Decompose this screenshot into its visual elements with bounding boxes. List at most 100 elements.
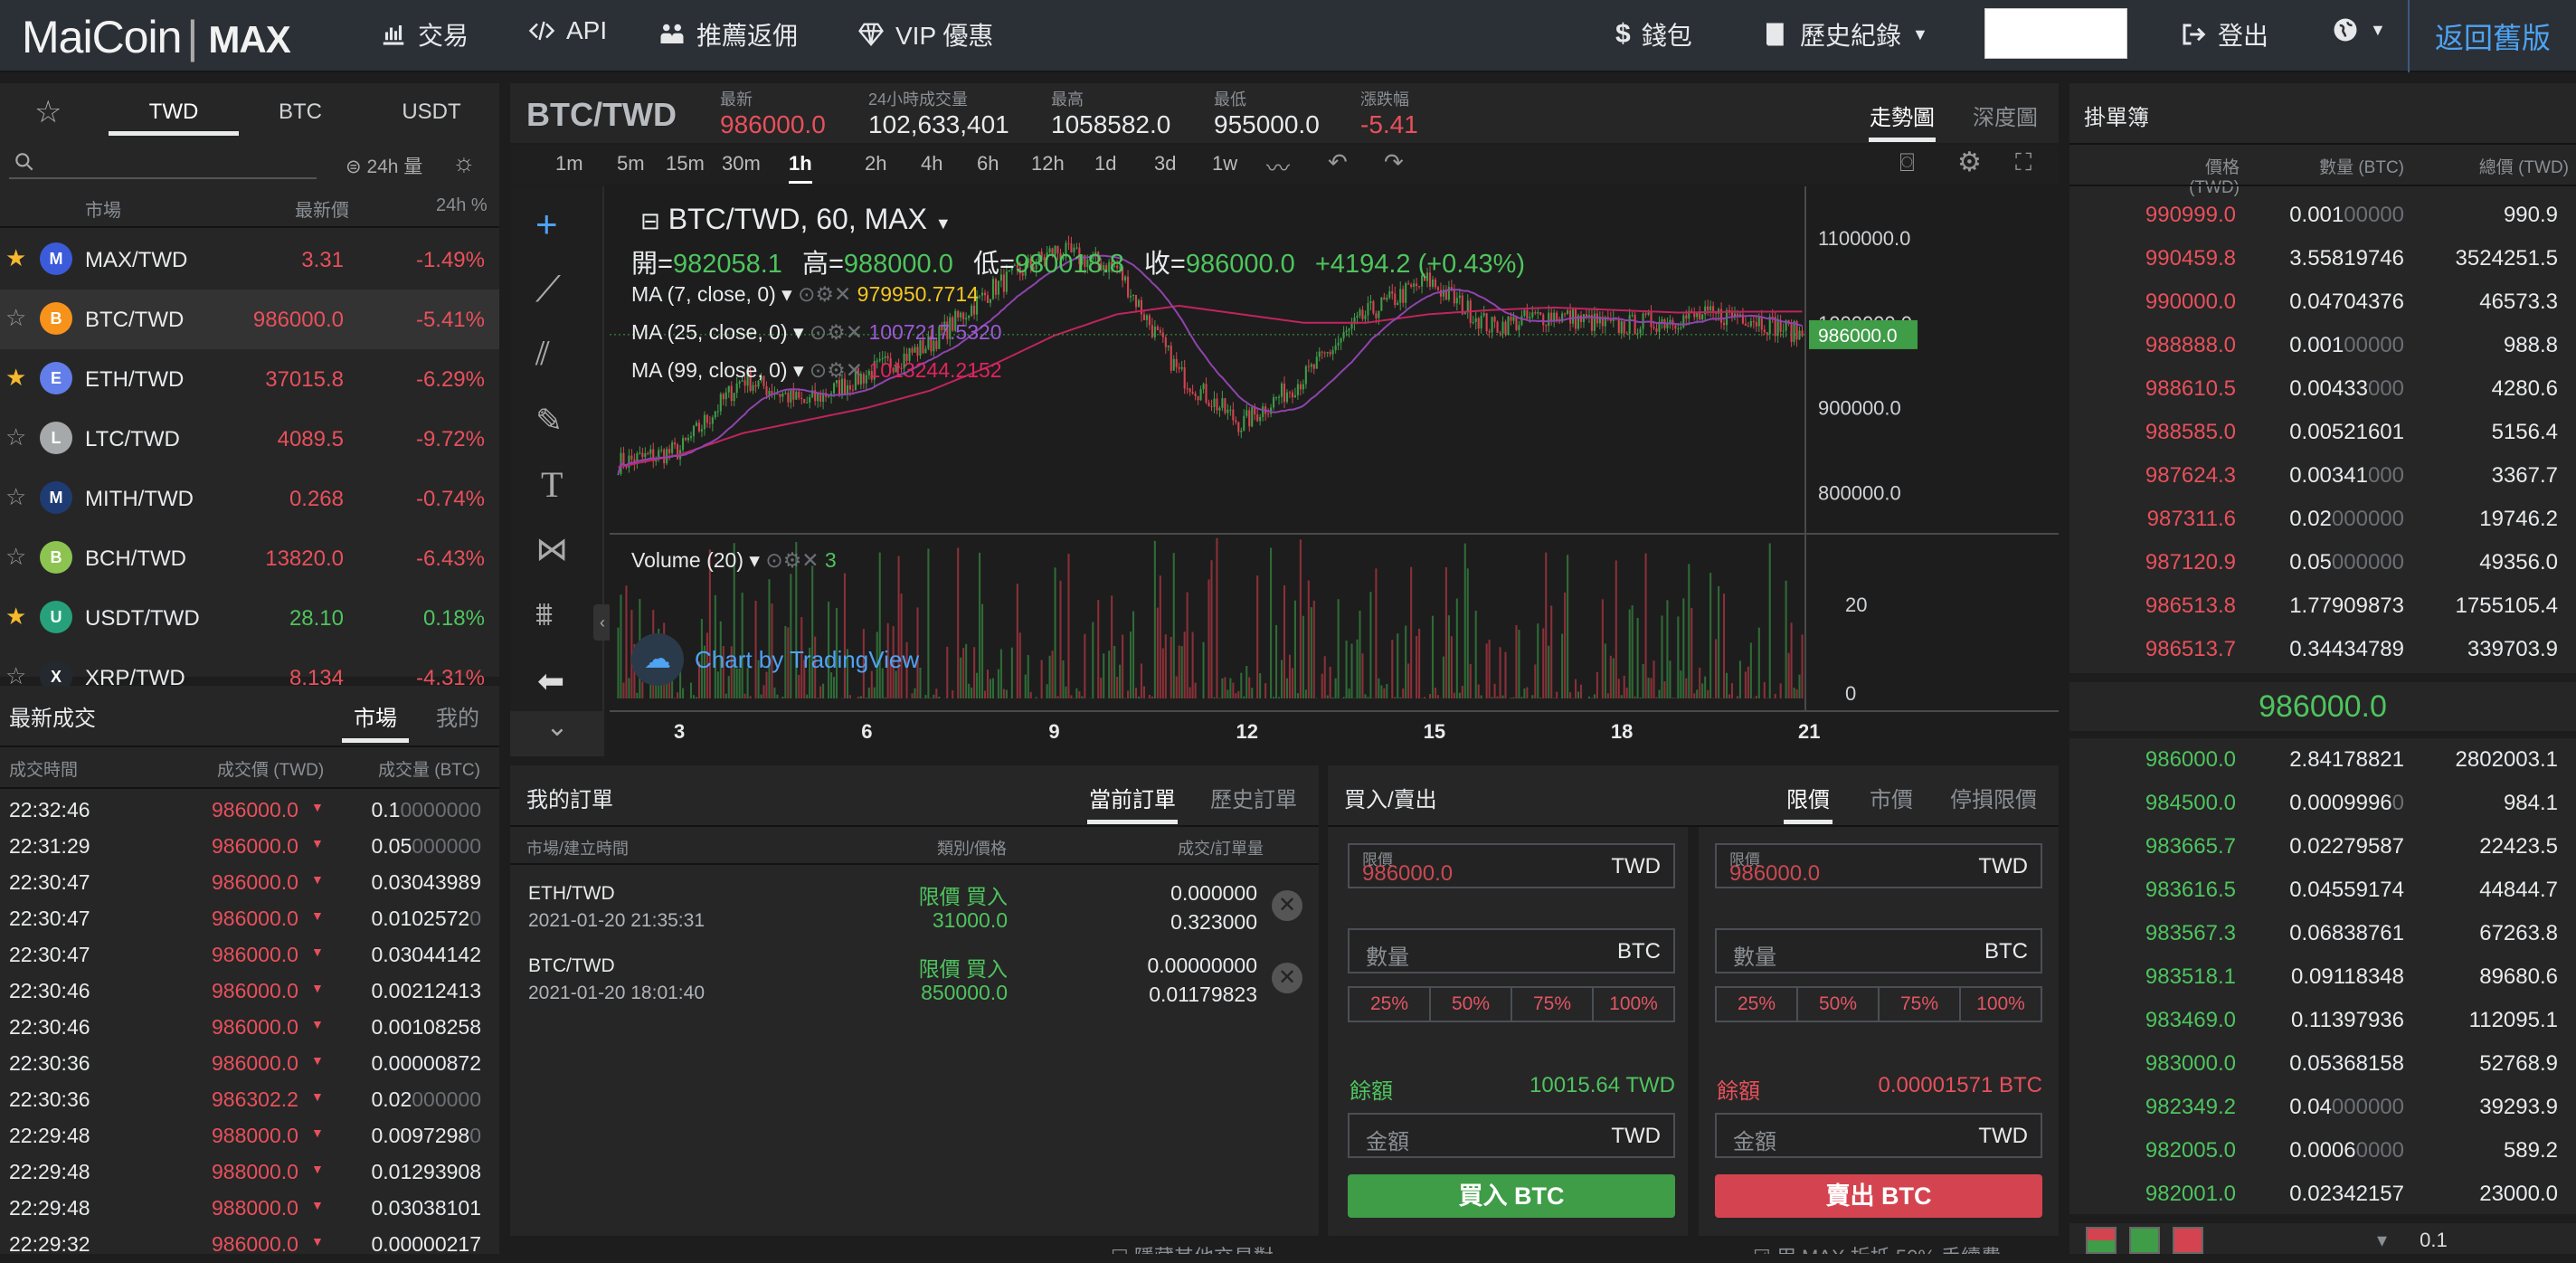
sell-pct-75-button[interactable]: 75%	[1878, 986, 1961, 1022]
interval-1h[interactable]: 1h	[789, 152, 812, 184]
market-row[interactable]: ☆BBTC/TWD986000.0-5.41%	[0, 290, 499, 349]
chart-style-line-icon[interactable]: 〰	[1266, 150, 1290, 184]
ask-row[interactable]: 990999.00.00100000990.9	[2069, 194, 2576, 237]
bid-row[interactable]: 983665.70.0227958722423.5	[2069, 825, 2576, 869]
favorites-star-icon[interactable]: ☆	[34, 94, 62, 130]
bid-row[interactable]: 983616.50.0455917444844.7	[2069, 869, 2576, 912]
bid-row[interactable]: 983000.00.0536815852768.9	[2069, 1042, 2576, 1086]
interval-12h[interactable]: 12h	[1031, 152, 1065, 176]
interval-5m[interactable]: 5m	[617, 152, 645, 176]
market-row[interactable]: ☆MMITH/TWD0.268-0.74%	[0, 469, 499, 528]
crosshair-icon[interactable]: +	[535, 203, 558, 246]
redo-icon[interactable]: ↷	[1384, 148, 1404, 176]
ask-row[interactable]: 990459.83.558197463524251.5	[2069, 237, 2576, 280]
volume-legend[interactable]: Volume (20) ▾ ⊙⚙✕ 3	[631, 548, 837, 573]
market-search-input[interactable]	[9, 148, 317, 179]
book-view-asks-icon[interactable]	[2173, 1227, 2203, 1254]
tab-price-chart[interactable]: 走勢圖	[1869, 100, 1936, 131]
pattern-icon[interactable]: ⋈	[535, 530, 568, 568]
interval-1d[interactable]: 1d	[1094, 152, 1116, 176]
market-row[interactable]: ☆BBCH/TWD13820.0-6.43%	[0, 528, 499, 588]
hide-other-pairs-checkbox[interactable]: ☐ 隱藏其他交易對	[1111, 1241, 1274, 1254]
interval-30m[interactable]: 30m	[722, 152, 761, 176]
buy-pct-50-button[interactable]: 50%	[1429, 986, 1512, 1022]
buy-price-input[interactable]: 限價 986000.0 TWD	[1348, 843, 1675, 888]
fullscreen-icon[interactable]: ⛶	[2015, 148, 2031, 177]
buy-pct-75-button[interactable]: 75%	[1511, 986, 1594, 1022]
ma7-legend[interactable]: MA (7, close, 0) ▾ ⊙⚙✕ 979950.7714	[631, 282, 979, 307]
star-filled-icon[interactable]: ★	[5, 603, 26, 631]
max-discount-checkbox[interactable]: ☑ 用 MAX 折抵 50% 手續費	[1753, 1241, 2001, 1254]
bid-row[interactable]: 982005.00.00060000589.2	[2069, 1129, 2576, 1173]
book-view-bids-icon[interactable]	[2129, 1227, 2160, 1254]
market-tab-btc[interactable]: BTC	[264, 100, 336, 125]
interval-1w[interactable]: 1w	[1212, 152, 1237, 176]
ask-row[interactable]: 987120.90.0500000049356.0	[2069, 541, 2576, 584]
ask-row[interactable]: 987311.60.0200000019746.2	[2069, 498, 2576, 541]
sell-btc-button[interactable]: 賣出 BTC	[1715, 1174, 2042, 1218]
bid-row[interactable]: 983567.30.0683876167263.8	[2069, 912, 2576, 955]
trend-line-icon[interactable]: ⟋	[535, 270, 561, 310]
market-row[interactable]: ★UUSDT/TWD28.100.18%	[0, 588, 499, 648]
sell-quantity-input[interactable]: 數量 BTC	[1715, 928, 2042, 973]
tradingview-watermark[interactable]: ☁ Chart by TradingView	[631, 633, 919, 686]
buy-pct-25-button[interactable]: 25%	[1348, 986, 1431, 1022]
ask-row[interactable]: 986513.81.779098731755105.4	[2069, 584, 2576, 628]
bid-row[interactable]: 982001.00.0234215723000.0	[2069, 1173, 2576, 1216]
nav-wallet[interactable]: $ 錢包	[1615, 16, 1692, 52]
nav-blank-field[interactable]	[1984, 8, 2127, 59]
buy-quantity-input[interactable]: 數量 BTC	[1348, 928, 1675, 973]
camera-icon[interactable]: ⌼	[1899, 148, 1915, 178]
cancel-order-icon[interactable]: ✕	[1272, 890, 1302, 921]
market-row[interactable]: ☆LLTC/TWD4089.5-9.72%	[0, 409, 499, 469]
nav-referral[interactable]: 推薦返佣	[658, 16, 798, 52]
measure-icon[interactable]: ⩩	[535, 595, 553, 634]
market-row[interactable]: ★MMAX/TWD3.31-1.49%	[0, 230, 499, 290]
order-type-stop-limit[interactable]: 停損限價	[1946, 782, 2041, 813]
volume-toggle[interactable]: ⊜ 24h 量	[346, 152, 422, 179]
interval-1m[interactable]: 1m	[555, 152, 583, 176]
market-row[interactable]: ★EETH/TWD37015.8-6.29%	[0, 349, 499, 409]
old-version-link[interactable]: 返回舊版	[2408, 0, 2576, 72]
sell-total-input[interactable]: 金額 TWD	[1715, 1113, 2042, 1158]
text-tool-icon[interactable]: T	[541, 463, 563, 506]
tab-current-orders[interactable]: 當前訂單	[1087, 782, 1178, 813]
gear-icon[interactable]: ⚙	[1957, 147, 1982, 178]
nav-history[interactable]: 歷史紀錄 ▼	[1762, 16, 1928, 52]
sell-pct-25-button[interactable]: 25%	[1715, 986, 1798, 1022]
trades-tab-mine[interactable]: 我的	[429, 700, 487, 732]
star-outline-icon[interactable]: ☆	[5, 483, 26, 511]
sell-pct-50-button[interactable]: 50%	[1796, 986, 1880, 1022]
collapse-square-icon[interactable]: ⊟	[640, 207, 660, 234]
star-outline-icon[interactable]: ☆	[5, 304, 26, 332]
nav-trade[interactable]: 交易	[380, 16, 469, 52]
cancel-order-icon[interactable]: ✕	[1272, 963, 1302, 993]
interval-4h[interactable]: 4h	[921, 152, 942, 176]
nav-api[interactable]: API	[528, 16, 607, 45]
market-tab-usdt[interactable]: USDT	[391, 100, 472, 125]
bid-row[interactable]: 986000.02.841788212802003.1	[2069, 738, 2576, 782]
ask-row[interactable]: 988585.00.005216015156.4	[2069, 411, 2576, 454]
fib-icon[interactable]: ⫽	[535, 335, 550, 374]
nav-vip[interactable]: VIP 優惠	[857, 16, 993, 52]
nav-language[interactable]: ▼	[2332, 16, 2386, 43]
maicoin-max-logo[interactable]: MaiCoin|MAX	[22, 11, 290, 63]
caret-down-icon[interactable]: ▼	[935, 214, 952, 233]
bid-row[interactable]: 983518.10.0911834889680.6	[2069, 955, 2576, 999]
interval-15m[interactable]: 15m	[666, 152, 705, 176]
undo-icon[interactable]: ↶	[1328, 148, 1348, 176]
toolbar-collapse-handle[interactable]: ‹	[593, 604, 611, 641]
book-precision-select[interactable]: ▾ 0.1	[2377, 1229, 2448, 1252]
bid-row[interactable]: 982349.20.0400000039293.9	[2069, 1086, 2576, 1129]
interval-2h[interactable]: 2h	[865, 152, 886, 176]
tab-depth-chart[interactable]: 深度圖	[1972, 100, 2039, 131]
ask-row[interactable]: 987624.30.003410003367.7	[2069, 454, 2576, 498]
ma25-legend[interactable]: MA (25, close, 0) ▾ ⊙⚙✕ 1007217.5320	[631, 320, 1002, 345]
star-outline-icon[interactable]: ☆	[5, 543, 26, 571]
theme-toggle-sun-icon[interactable]: ☼	[452, 148, 476, 177]
bid-row[interactable]: 983469.00.11397936112095.1	[2069, 999, 2576, 1042]
book-view-both-icon[interactable]	[2086, 1227, 2117, 1254]
interval-3d[interactable]: 3d	[1154, 152, 1176, 176]
interval-6h[interactable]: 6h	[977, 152, 999, 176]
order-type-market[interactable]: 市價	[1867, 782, 1916, 813]
